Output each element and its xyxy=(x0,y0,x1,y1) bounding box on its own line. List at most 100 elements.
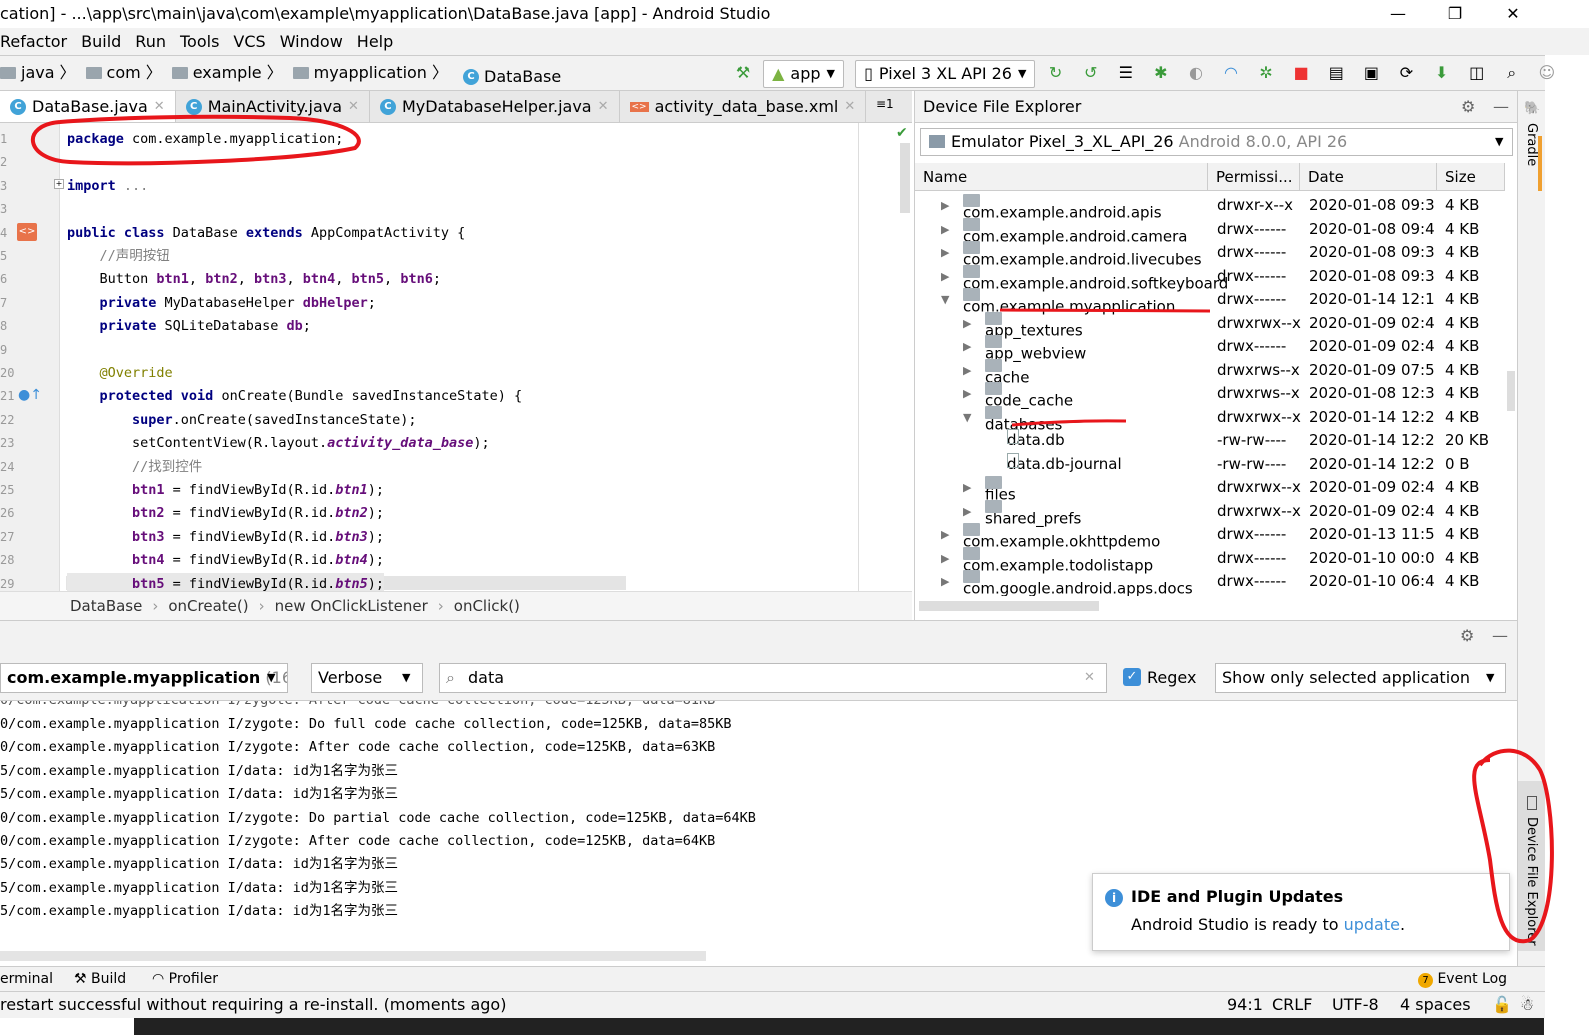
tab-mainactivity-java[interactable]: C MainActivity.java ✕ xyxy=(176,91,370,122)
expand-right-icon[interactable]: ▶ xyxy=(941,241,963,265)
expand-down-icon[interactable]: ▼ xyxy=(941,288,963,312)
debug-icon[interactable]: ✱ xyxy=(1150,62,1172,84)
coverage-icon[interactable]: ◐ xyxy=(1185,62,1207,84)
indent-setting[interactable]: 4 spaces xyxy=(1400,992,1471,1018)
file-row[interactable]: ▶ shared_prefs drwxrwx--x 2020-01-09 02:47 4… xyxy=(915,499,1505,527)
expand-right-icon[interactable]: ▶ xyxy=(963,359,985,383)
column-name[interactable]: Name xyxy=(915,163,1208,191)
close-tab-icon[interactable]: ✕ xyxy=(598,99,609,114)
gear-icon[interactable]: ⚙ xyxy=(1460,626,1474,645)
expand-right-icon[interactable]: ▶ xyxy=(963,476,985,500)
menu-help[interactable]: Help xyxy=(357,28,393,55)
expand-right-icon[interactable]: ▶ xyxy=(941,523,963,547)
maximize-button[interactable]: ❐ xyxy=(1427,0,1483,28)
tool-tab-profiler[interactable]: ◠ Profiler xyxy=(152,967,218,992)
menu-refactor[interactable]: Refactor xyxy=(0,28,67,55)
expand-right-icon[interactable]: ▶ xyxy=(941,218,963,242)
nav-crumb-myapplication[interactable]: myapplication 〉 xyxy=(292,56,448,90)
update-link[interactable]: update xyxy=(1344,915,1400,934)
regex-checkbox[interactable]: ✓ xyxy=(1123,668,1141,686)
log-level-select[interactable]: Verbose ▼ xyxy=(311,663,423,693)
search-icon[interactable]: ⌕ xyxy=(1501,62,1523,84)
file-row[interactable]: ▶ com.google.android.apps.docs drwx------ 2… xyxy=(915,570,1505,596)
run-config-select[interactable]: ▲ app ▼ xyxy=(763,59,844,88)
run-list-icon[interactable]: ☰ xyxy=(1115,62,1137,84)
layout-file-gutter-icon[interactable]: <> xyxy=(17,223,37,241)
expand-right-icon[interactable]: ▶ xyxy=(941,265,963,289)
device-file-explorer-tool-tab[interactable]: Device File Explorer xyxy=(1524,817,1539,946)
nav-crumb-com[interactable]: com 〉 xyxy=(85,56,162,90)
breadcrumb-item[interactable]: onCreate() xyxy=(168,597,248,615)
device-select[interactable]: ▯ Pixel 3 XL API 26 ▼ xyxy=(855,59,1036,88)
tab-overflow-button[interactable]: ≡1 xyxy=(876,97,894,111)
nav-class-databse[interactable]: C DataBase xyxy=(463,60,561,94)
expand-right-icon[interactable]: ▶ xyxy=(963,312,985,336)
sync-gradle-icon[interactable]: ⟳ xyxy=(1395,62,1417,84)
gear-icon[interactable]: ⚙ xyxy=(1461,91,1475,123)
apply-code-changes-icon[interactable]: ↺ xyxy=(1080,62,1102,84)
table-horizontal-scrollbar[interactable] xyxy=(919,601,1099,611)
tool-tab-terminal[interactable]: erminal xyxy=(0,967,53,992)
file-row[interactable]: data.db-journal -rw-rw---- 2020-01-14 12:2… xyxy=(915,452,1505,477)
file-row[interactable]: ▶ com.example.android.livecubes drwx------… xyxy=(915,241,1505,269)
column-permissions[interactable]: Permissi... xyxy=(1208,163,1300,191)
project-structure-icon[interactable]: ▤ xyxy=(1325,62,1347,84)
nav-crumb-java[interactable]: java 〉 xyxy=(0,56,76,90)
profile-icon[interactable]: ◠ xyxy=(1220,62,1242,84)
expand-right-icon[interactable]: ▶ xyxy=(963,500,985,524)
sdk-manager-icon[interactable]: ⬇ xyxy=(1431,62,1453,84)
expand-right-icon[interactable]: ▶ xyxy=(941,547,963,571)
menu-window[interactable]: Window xyxy=(280,28,343,55)
fold-toggle-icon[interactable]: + xyxy=(54,179,64,189)
file-row[interactable]: ▶ com.example.okhttpdemo drwx------ 2020-01… xyxy=(915,523,1505,551)
apply-changes-icon[interactable]: ↻ xyxy=(1045,62,1067,84)
file-row[interactable]: ▶ com.example.android.softkeyboard drwx---… xyxy=(915,264,1505,292)
file-row[interactable]: ▶ com.example.android.apis drwxr-x--x 2020-… xyxy=(915,194,1505,222)
hammer-build-icon[interactable]: ⚒ xyxy=(732,62,754,84)
file-row[interactable]: ▶ files drwxrwx--x 2020-01-09 02:47 4 KB xyxy=(915,476,1505,504)
file-row[interactable]: ▶ code_cache drwxrws--x 2020-01-08 12:34 4 K… xyxy=(915,382,1505,410)
clear-search-icon[interactable]: ✕ xyxy=(1084,664,1095,692)
lock-icon[interactable]: 🔓 xyxy=(1492,992,1512,1018)
code-editor[interactable]: <> ●↑ + ✔ 1 package com.example.myapplica… xyxy=(0,123,912,591)
breadcrumb-item[interactable]: DataBase xyxy=(70,597,142,615)
tab-database-java[interactable]: C DataBase.java ✕ xyxy=(0,91,176,122)
avd-manager-icon[interactable]: ▣ xyxy=(1360,62,1382,84)
file-row[interactable]: ▼ databases drwxrwx--x 2020-01-14 12:23 4 KB xyxy=(915,405,1505,433)
expand-right-icon[interactable]: ▶ xyxy=(941,194,963,218)
attach-debugger-icon[interactable]: ✲ xyxy=(1255,62,1277,84)
breadcrumb-item[interactable]: new OnClickListener xyxy=(275,597,428,615)
file-row[interactable]: ▶ cache drwxrws--x 2020-01-09 07:52 4 KB xyxy=(915,358,1505,386)
file-row[interactable]: ▶ com.example.todolistapp drwx------ 2020-0… xyxy=(915,546,1505,574)
line-separator[interactable]: CRLF xyxy=(1272,992,1312,1018)
menu-build[interactable]: Build xyxy=(81,28,121,55)
app-filter-select[interactable]: Show only selected application ▼ xyxy=(1215,663,1506,693)
close-tab-icon[interactable]: ✕ xyxy=(154,99,165,114)
caret-position[interactable]: 94:1 xyxy=(1227,992,1263,1018)
event-log-tab[interactable]: 7 Event Log xyxy=(1418,967,1507,992)
hide-panel-icon[interactable]: — xyxy=(1493,91,1509,123)
file-row[interactable]: ▶ app_webview drwx------ 2020-01-09 02:47 4 … xyxy=(915,335,1505,363)
editor-scrollbar[interactable] xyxy=(900,143,910,213)
nav-crumb-example[interactable]: example 〉 xyxy=(171,56,283,90)
column-date[interactable]: Date xyxy=(1300,163,1437,191)
override-gutter-icon[interactable]: ●↑ xyxy=(18,387,42,403)
device-select[interactable]: Emulator Pixel_3_XL_API_26 Android 8.0.0… xyxy=(920,128,1513,156)
tool-tab-build[interactable]: ⚒ Build xyxy=(74,967,126,992)
gradle-tool-tab[interactable]: Gradle xyxy=(1524,123,1539,166)
update-notification[interactable]: i IDE and Plugin Updates Android Studio … xyxy=(1092,873,1510,951)
breadcrumb-item[interactable]: onClick() xyxy=(454,597,520,615)
log-horizontal-scrollbar[interactable] xyxy=(0,951,706,961)
menu-vcs[interactable]: VCS xyxy=(233,28,265,55)
log-search-input[interactable]: ⌕ data ✕ xyxy=(439,663,1107,693)
minimize-button[interactable]: — xyxy=(1370,0,1426,28)
stop-icon[interactable]: ■ xyxy=(1290,62,1312,84)
file-encoding[interactable]: UTF-8 xyxy=(1332,992,1379,1018)
user-avatar-icon[interactable]: ☺ xyxy=(1536,62,1558,84)
hide-panel-icon[interactable]: — xyxy=(1492,626,1508,645)
file-row[interactable]: ▼ com.example.myapplication drwx------ 2020… xyxy=(915,288,1505,316)
expand-down-icon[interactable]: ▼ xyxy=(963,406,985,430)
file-row[interactable]: data.db -rw-rw---- 2020-01-14 12:23 20 KB xyxy=(915,429,1505,453)
layout-inspector-icon[interactable]: ◫ xyxy=(1466,62,1488,84)
table-vertical-scrollbar[interactable] xyxy=(1507,371,1515,411)
